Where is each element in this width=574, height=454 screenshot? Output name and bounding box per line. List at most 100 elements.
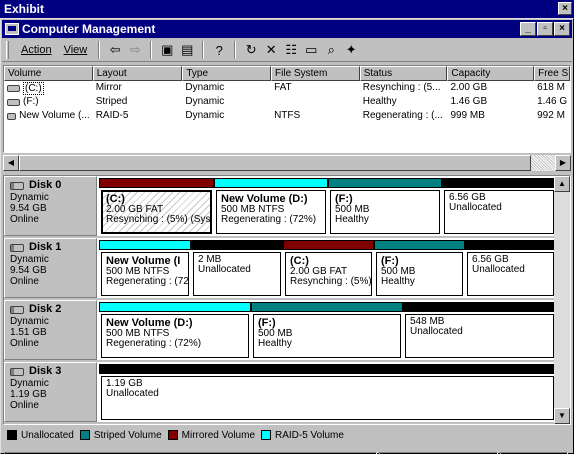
- partition[interactable]: 2 MB Unallocated: [191, 240, 283, 296]
- volume-list: Volume Layout Type File System Status Ca…: [3, 65, 571, 153]
- open-icon[interactable]: ▭: [301, 41, 321, 59]
- window-title: Computer Management: [22, 22, 156, 36]
- menu-action[interactable]: Action: [15, 44, 58, 56]
- search-icon[interactable]: ⌕: [321, 41, 341, 59]
- partition[interactable]: New Volume (I 500 MB NTFS Regenerating :…: [99, 240, 191, 296]
- partition[interactable]: New Volume (D:) 500 MB NTFS Regenerating…: [214, 178, 328, 234]
- scroll-right-icon[interactable]: ▶: [555, 155, 571, 171]
- scroll-left-icon[interactable]: ◀: [3, 155, 19, 171]
- legend-item: Striped Volume: [79, 430, 162, 441]
- table-row[interactable]: New Volume (... RAID-5 Dynamic NTFS Rege…: [4, 109, 570, 123]
- scroll-thumb[interactable]: [19, 155, 531, 171]
- partition-body[interactable]: (C:) 2.00 GB FAT Resynching : (5%): [285, 252, 372, 296]
- wizard-icon[interactable]: ✦: [341, 41, 361, 59]
- scroll-down-icon[interactable]: ▼: [554, 408, 570, 424]
- partition[interactable]: New Volume (D:) 500 MB NTFS Regenerating…: [99, 302, 251, 358]
- column-status[interactable]: Status: [359, 66, 448, 81]
- column-capacity[interactable]: Capacity: [447, 66, 535, 81]
- volume-status: Regenerating : (...: [362, 110, 443, 121]
- exhibit-close-button[interactable]: ×: [558, 2, 572, 15]
- minimize-button[interactable]: _: [520, 22, 536, 36]
- column-file-system[interactable]: File System: [271, 66, 360, 81]
- partition-body[interactable]: New Volume (I 500 MB NTFS Regenerating :…: [101, 252, 189, 296]
- show-tree-icon[interactable]: ▤: [177, 41, 197, 59]
- mirrored-volume-bar: [283, 240, 374, 250]
- disk-row: Disk 1 Dynamic 9.54 GB Online New Volume…: [4, 238, 556, 300]
- partition[interactable]: 1.19 GB Unallocated: [99, 364, 556, 420]
- striped-volume-bar: [251, 302, 403, 312]
- striped-volume-bar: [328, 178, 442, 188]
- disk-name: Disk 1: [29, 241, 62, 253]
- disk-info[interactable]: Disk 3 Dynamic 1.19 GB Online: [4, 362, 97, 422]
- toolbar-separator: [150, 41, 153, 59]
- partition-body[interactable]: New Volume (D:) 500 MB NTFS Regenerating…: [101, 314, 249, 358]
- partition[interactable]: 6.56 GB Unallocated: [442, 178, 556, 234]
- horizontal-scrollbar[interactable]: ◀ ▶: [3, 155, 571, 171]
- scroll-up-icon[interactable]: ▲: [554, 176, 570, 192]
- partition[interactable]: (F:) 500 MB Healthy: [374, 240, 465, 296]
- volume-file-system: NTFS: [274, 110, 301, 121]
- column-type[interactable]: Type: [182, 66, 272, 81]
- unallocated-bar: [191, 240, 283, 250]
- raid5-volume-bar: [99, 240, 191, 250]
- volume-layout: Mirror: [95, 82, 122, 93]
- toolbar-separator: [234, 41, 237, 59]
- properties-icon[interactable]: ☷: [281, 41, 301, 59]
- volume-free-space: 1.46 G: [537, 96, 568, 107]
- menu-view[interactable]: View: [58, 44, 94, 56]
- disk-size: 1.19 GB: [10, 389, 47, 400]
- partition-body[interactable]: New Volume (D:) 500 MB NTFS Regenerating…: [216, 190, 326, 234]
- disk-row: Disk 0 Dynamic 9.54 GB Online (C:) 2.00 …: [4, 176, 556, 238]
- column-layout[interactable]: Layout: [92, 66, 183, 81]
- volume-layout: RAID-5: [95, 110, 129, 121]
- partition-body[interactable]: 6.56 GB Unallocated: [467, 252, 554, 296]
- partition-body[interactable]: (F:) 500 MB Healthy: [376, 252, 463, 296]
- column-free-space[interactable]: Free S: [534, 66, 570, 81]
- partition[interactable]: (F:) 500 MB Healthy: [328, 178, 442, 234]
- volume-icon: [7, 112, 17, 120]
- delete-icon[interactable]: ✕: [261, 41, 281, 59]
- partition[interactable]: 6.56 GB Unallocated: [465, 240, 556, 296]
- volume-layout: Striped: [95, 96, 128, 107]
- unallocated-bar: [442, 178, 556, 188]
- partition-body[interactable]: 548 MB Unallocated: [405, 314, 554, 358]
- partition-body[interactable]: (C:) 2.00 GB FAT Resynching : (5%) (Syst: [101, 190, 212, 234]
- close-button[interactable]: ×: [554, 22, 570, 36]
- striped-volume-bar: [374, 240, 465, 250]
- back-arrow-icon[interactable]: ⇦: [105, 41, 125, 59]
- table-row[interactable]: (C:) Mirror Dynamic FAT Resynching : (5.…: [4, 81, 570, 95]
- partition-body[interactable]: (F:) 500 MB Healthy: [253, 314, 401, 358]
- disk-type: Dynamic: [10, 254, 49, 265]
- disk-info[interactable]: Disk 2 Dynamic 1.51 GB Online: [4, 300, 97, 360]
- disk-type: Dynamic: [10, 378, 49, 389]
- toolbar-separator: [98, 41, 101, 59]
- partition-body[interactable]: 2 MB Unallocated: [193, 252, 281, 296]
- maximize-button[interactable]: ▫: [537, 22, 553, 36]
- partition-body[interactable]: 1.19 GB Unallocated: [101, 376, 554, 420]
- disk-state: Online: [10, 214, 39, 225]
- disk-info[interactable]: Disk 0 Dynamic 9.54 GB Online: [4, 176, 97, 236]
- column-volume[interactable]: Volume: [4, 66, 93, 81]
- partition[interactable]: 548 MB Unallocated: [403, 302, 556, 358]
- partition[interactable]: (C:) 2.00 GB FAT Resynching : (5%) (Syst: [99, 178, 214, 234]
- forward-arrow-icon[interactable]: ⇨: [125, 41, 145, 59]
- scroll-track[interactable]: [531, 155, 555, 171]
- volume-icon: [7, 98, 20, 106]
- volume-name: (C:): [23, 81, 44, 95]
- toolbar: Action View ⇦ ⇨ ▣ ▤ ? ↻ ✕ ☷ ▭ ⌕ ✦: [2, 39, 572, 62]
- partition[interactable]: (F:) 500 MB Healthy: [251, 302, 403, 358]
- disk-state: Online: [10, 400, 39, 411]
- disk-info[interactable]: Disk 1 Dynamic 9.54 GB Online: [4, 238, 97, 298]
- volume-free-space: 992 M: [537, 110, 565, 121]
- help-icon[interactable]: ?: [209, 41, 229, 59]
- partition-body[interactable]: (F:) 500 MB Healthy: [330, 190, 440, 234]
- partition[interactable]: (C:) 2.00 GB FAT Resynching : (5%): [283, 240, 374, 296]
- table-row[interactable]: (F:) Striped Dynamic Healthy 1.46 GB 1.4…: [4, 95, 570, 109]
- vertical-scrollbar[interactable]: ▲ ▼: [554, 176, 570, 424]
- mirrored-volume-bar: [99, 178, 214, 188]
- toolbar-grip[interactable]: [6, 41, 9, 59]
- refresh-icon[interactable]: ↻: [241, 41, 261, 59]
- up-folder-icon[interactable]: ▣: [157, 41, 177, 59]
- partition-body[interactable]: 6.56 GB Unallocated: [444, 190, 554, 234]
- disk-size: 1.51 GB: [10, 327, 47, 338]
